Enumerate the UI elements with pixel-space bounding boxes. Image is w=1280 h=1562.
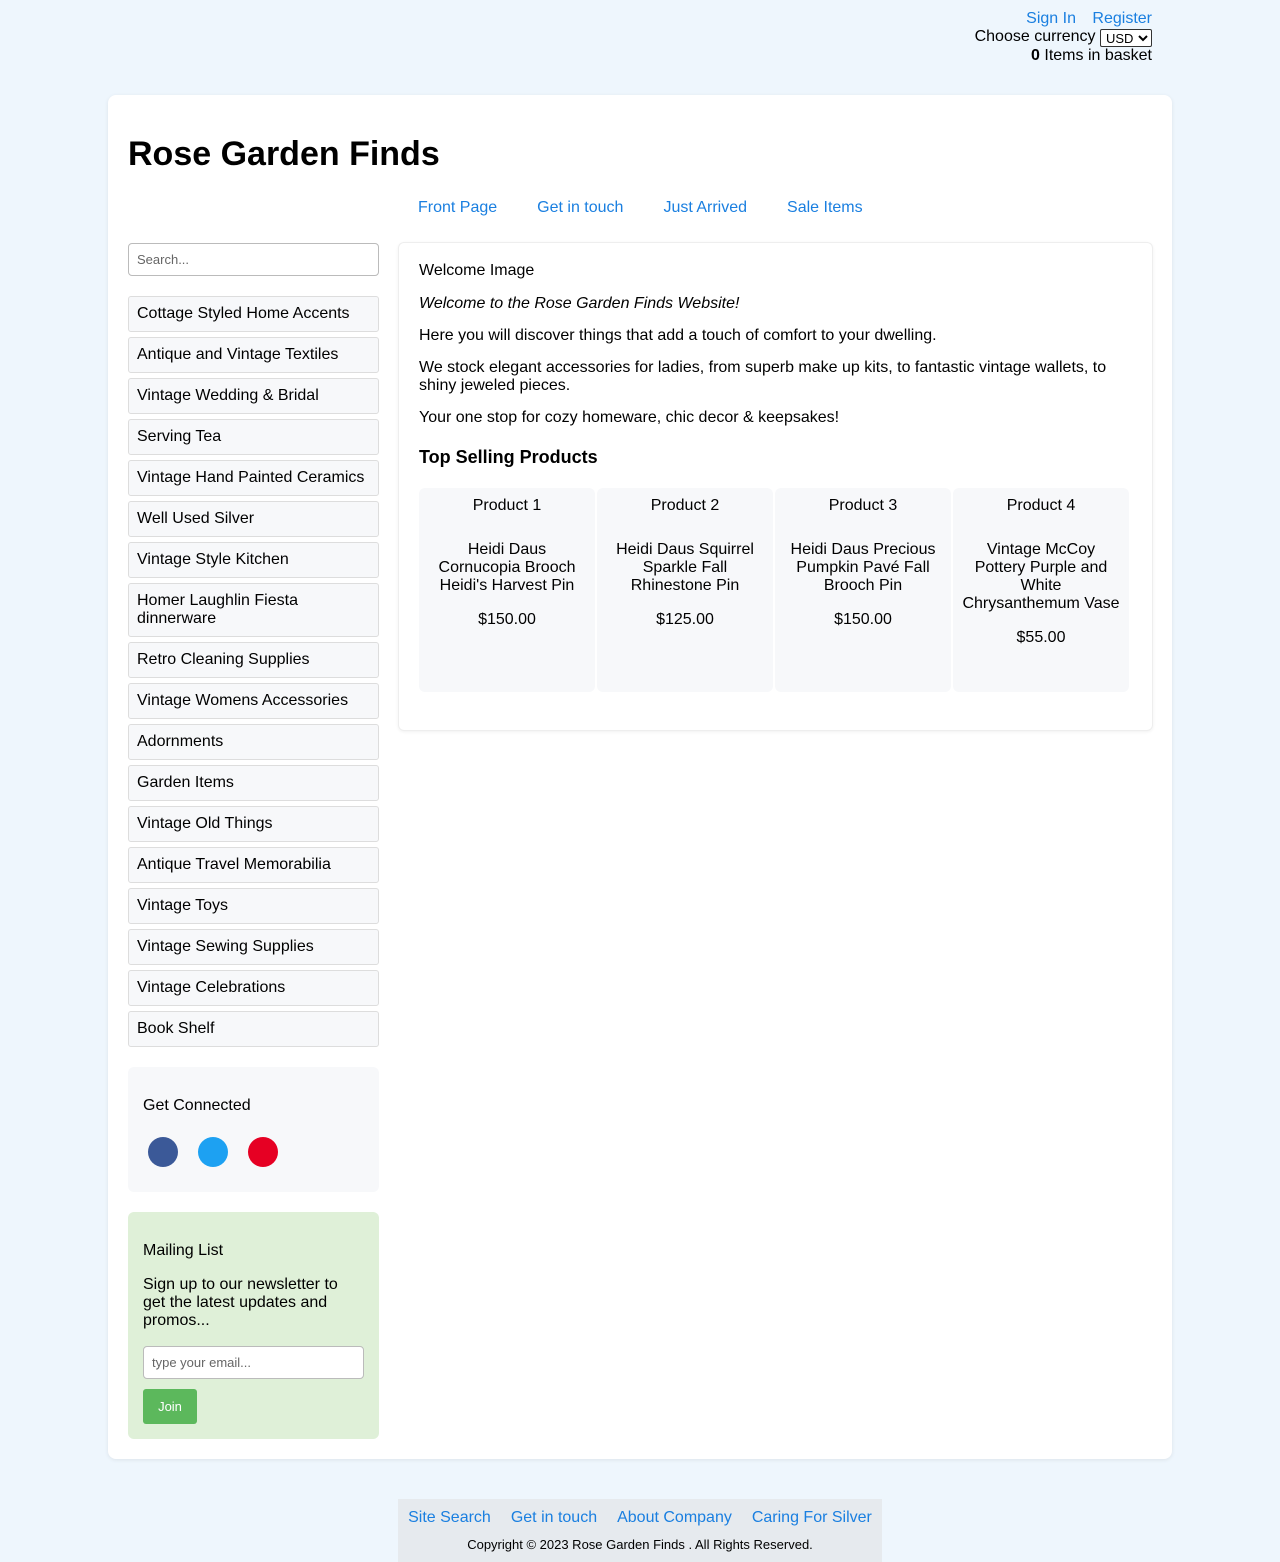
category-item[interactable]: Serving Tea xyxy=(128,419,379,455)
category-item[interactable]: Book Shelf xyxy=(128,1011,379,1047)
product-name[interactable]: Vintage McCoy Pottery Purple and White C… xyxy=(961,541,1121,613)
footer-link-caring-for-silver[interactable]: Caring For Silver xyxy=(752,1509,872,1527)
register-link[interactable]: Register xyxy=(1092,10,1152,27)
welcome-intro: Welcome to the Rose Garden Finds Website… xyxy=(419,295,740,312)
basket-count: 0 xyxy=(1031,47,1040,64)
category-item[interactable]: Vintage Toys xyxy=(128,888,379,924)
product-image[interactable]: Product 4 xyxy=(961,497,1121,515)
join-button[interactable]: Join xyxy=(143,1389,197,1424)
product-image[interactable]: Product 2 xyxy=(605,497,765,515)
category-item[interactable]: Cottage Styled Home Accents xyxy=(128,296,379,332)
auth-links: Sign In Register xyxy=(975,10,1152,28)
get-connected-panel: Get Connected xyxy=(128,1067,379,1192)
footer-links: Site Search Get in touch About Company C… xyxy=(398,1509,882,1527)
product-image[interactable]: Product 3 xyxy=(783,497,943,515)
footer: Site Search Get in touch About Company C… xyxy=(398,1499,882,1562)
welcome-paragraph: We stock elegant accessories for ladies,… xyxy=(419,359,1107,394)
category-item[interactable]: Adornments xyxy=(128,724,379,760)
product-name[interactable]: Heidi Daus Precious Pumpkin Pavé Fall Br… xyxy=(783,541,943,595)
product-price: $55.00 xyxy=(1016,629,1066,646)
category-item[interactable]: Vintage Womens Accessories xyxy=(128,683,379,719)
category-item[interactable]: Homer Laughlin Fiesta dinnerware xyxy=(128,583,379,637)
product-price: $150.00 xyxy=(478,611,536,628)
pinterest-icon[interactable] xyxy=(248,1137,278,1167)
currency-select[interactable]: USD xyxy=(1100,29,1152,47)
nav-front-page[interactable]: Front Page xyxy=(418,199,497,217)
product-card[interactable]: Product 2 Heidi Daus Squirrel Sparkle Fa… xyxy=(597,488,773,692)
category-item[interactable]: Garden Items xyxy=(128,765,379,801)
category-item[interactable]: Well Used Silver xyxy=(128,501,379,537)
main-card: Rose Garden Finds Front Page Get in touc… xyxy=(108,95,1172,1459)
category-item[interactable]: Antique and Vintage Textiles xyxy=(128,337,379,373)
account-bar: Sign In Register Choose currency USD 0 I… xyxy=(975,10,1152,65)
main-content: Welcome Image Welcome to the Rose Garden… xyxy=(398,242,1153,731)
product-card[interactable]: Product 3 Heidi Daus Precious Pumpkin Pa… xyxy=(775,488,951,692)
top-selling-title: Top Selling Products xyxy=(419,447,598,467)
product-grid: Product 1 Heidi Daus Cornucopia Brooch H… xyxy=(419,488,1132,692)
product-price: $125.00 xyxy=(656,611,714,628)
footer-link-get-in-touch[interactable]: Get in touch xyxy=(511,1509,597,1527)
sign-in-link[interactable]: Sign In xyxy=(1026,10,1076,27)
footer-link-site-search[interactable]: Site Search xyxy=(408,1509,491,1527)
mailing-list-panel: Mailing List Sign up to our newsletter t… xyxy=(128,1212,379,1439)
welcome-paragraph: Your one stop for cozy homeware, chic de… xyxy=(419,409,840,426)
get-connected-title: Get Connected xyxy=(143,1097,251,1114)
sidebar: Cottage Styled Home Accents Antique and … xyxy=(128,243,379,1439)
nav-just-arrived[interactable]: Just Arrived xyxy=(663,199,747,217)
search-input[interactable] xyxy=(128,243,379,276)
category-item[interactable]: Vintage Sewing Supplies xyxy=(128,929,379,965)
product-card[interactable]: Product 4 Vintage McCoy Pottery Purple a… xyxy=(953,488,1129,692)
category-item[interactable]: Vintage Hand Painted Ceramics xyxy=(128,460,379,496)
facebook-icon[interactable] xyxy=(148,1137,178,1167)
product-price: $150.00 xyxy=(834,611,892,628)
category-item[interactable]: Retro Cleaning Supplies xyxy=(128,642,379,678)
product-card[interactable]: Product 1 Heidi Daus Cornucopia Brooch H… xyxy=(419,488,595,692)
category-item[interactable]: Vintage Wedding & Bridal xyxy=(128,378,379,414)
twitter-icon[interactable] xyxy=(198,1137,228,1167)
category-item[interactable]: Vintage Old Things xyxy=(128,806,379,842)
basket-label: Items in basket xyxy=(1044,47,1152,64)
nav-get-in-touch[interactable]: Get in touch xyxy=(537,199,623,217)
currency-chooser: Choose currency USD xyxy=(975,28,1152,47)
social-links xyxy=(143,1137,364,1167)
main-nav: Front Page Get in touch Just Arrived Sal… xyxy=(418,199,863,217)
product-name[interactable]: Heidi Daus Cornucopia Brooch Heidi's Har… xyxy=(427,541,587,595)
mailing-list-text: Sign up to our newsletter to get the lat… xyxy=(143,1276,338,1329)
category-item[interactable]: Vintage Celebrations xyxy=(128,970,379,1006)
product-name[interactable]: Heidi Daus Squirrel Sparkle Fall Rhinest… xyxy=(605,541,765,595)
basket-summary[interactable]: 0 Items in basket xyxy=(975,47,1152,65)
currency-label: Choose currency xyxy=(974,28,1096,45)
category-item[interactable]: Antique Travel Memorabilia xyxy=(128,847,379,883)
site-title[interactable]: Rose Garden Finds xyxy=(128,135,440,174)
welcome-paragraph: Here you will discover things that add a… xyxy=(419,327,937,344)
product-image[interactable]: Product 1 xyxy=(427,497,587,515)
category-item[interactable]: Vintage Style Kitchen xyxy=(128,542,379,578)
welcome-image: Welcome Image xyxy=(419,262,535,279)
footer-link-about-company[interactable]: About Company xyxy=(617,1509,732,1527)
mailing-list-title: Mailing List xyxy=(143,1242,224,1259)
email-field[interactable] xyxy=(143,1346,364,1379)
nav-sale-items[interactable]: Sale Items xyxy=(787,199,863,217)
category-list: Cottage Styled Home Accents Antique and … xyxy=(128,296,379,1047)
copyright: Copyright © 2023 Rose Garden Finds . All… xyxy=(467,1537,813,1552)
